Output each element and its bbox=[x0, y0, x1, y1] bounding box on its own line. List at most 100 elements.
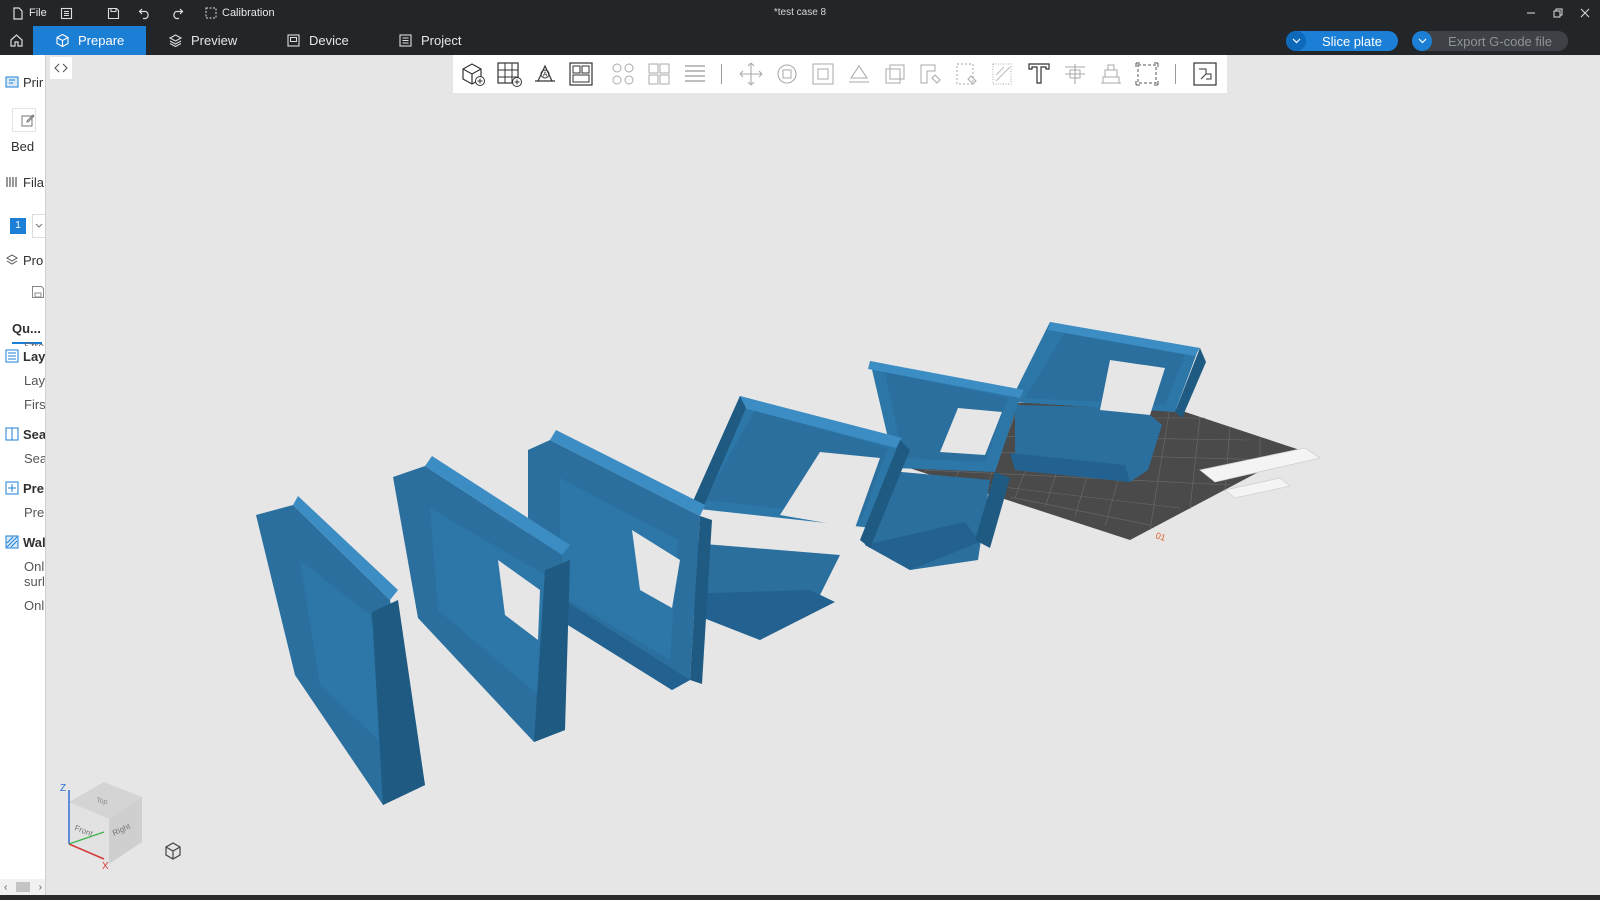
seam-position-setting[interactable]: Sea bbox=[24, 451, 45, 466]
slice-plate-button[interactable]: Slice plate bbox=[1286, 31, 1398, 51]
calibration-label: Calibration bbox=[222, 7, 275, 19]
filament-dropdown[interactable] bbox=[32, 214, 45, 238]
section-precision-label: Pre bbox=[23, 480, 44, 496]
app-window: File Calibration *test case 8 Prepare Pr… bbox=[0, 0, 1600, 900]
precision-setting[interactable]: Pre bbox=[24, 505, 44, 520]
scene-canvas[interactable]: 01 bbox=[46, 55, 1600, 895]
filament-section-label: Fila bbox=[23, 174, 44, 190]
tab-device[interactable]: Device bbox=[286, 26, 376, 55]
sla-icon[interactable] bbox=[1190, 59, 1220, 89]
3d-viewport[interactable]: 01 A Top Front Right Z X bbox=[46, 55, 1600, 895]
section-walls[interactable]: Wal bbox=[5, 533, 45, 551]
chevron-down-icon bbox=[35, 223, 43, 228]
model-part-1[interactable] bbox=[256, 496, 425, 805]
sidebar-horizontal-scrollbar[interactable]: ‹ › bbox=[0, 879, 45, 895]
mesh-boolean-icon[interactable] bbox=[1132, 59, 1162, 89]
seam-paint-icon[interactable] bbox=[952, 59, 982, 89]
layer-height-setting[interactable]: Lay bbox=[24, 373, 45, 388]
minimize-icon[interactable] bbox=[1518, 0, 1544, 26]
auto-orient-icon[interactable]: A bbox=[530, 59, 560, 89]
layers-icon bbox=[168, 34, 183, 48]
section-layer-height[interactable]: Lay bbox=[5, 347, 45, 365]
fuzzy-skin-icon[interactable] bbox=[988, 59, 1018, 89]
restore-icon[interactable] bbox=[1545, 0, 1571, 26]
split-objects-icon[interactable] bbox=[608, 59, 638, 89]
tab-prepare-label: Prepare bbox=[78, 33, 125, 48]
layers-height-icon bbox=[5, 349, 19, 363]
layers-variable-icon[interactable] bbox=[680, 59, 710, 89]
collapse-arrows-icon bbox=[54, 63, 68, 73]
section-layer-height-label: Lay bbox=[23, 348, 46, 364]
redo-icon[interactable] bbox=[170, 0, 184, 26]
add-object-icon[interactable] bbox=[458, 59, 488, 89]
support-paint-icon[interactable] bbox=[916, 59, 946, 89]
export-dropdown-chevron-icon[interactable] bbox=[1412, 31, 1432, 51]
first-layer-height-setting[interactable]: Firs bbox=[24, 397, 45, 412]
menu-icon[interactable] bbox=[60, 0, 73, 26]
close-icon[interactable] bbox=[1572, 0, 1598, 26]
printer-section-header[interactable]: Prir bbox=[5, 73, 43, 91]
plate-number: 01 bbox=[1154, 530, 1167, 543]
lay-on-face-icon[interactable] bbox=[844, 59, 874, 89]
filament-slot-badge[interactable]: 1 bbox=[10, 218, 26, 234]
home-icon[interactable] bbox=[0, 26, 33, 55]
tab-preview-label: Preview bbox=[191, 33, 238, 48]
reset-view-icon[interactable] bbox=[162, 840, 184, 862]
walls-icon bbox=[5, 535, 19, 549]
add-plate-icon[interactable] bbox=[494, 59, 524, 89]
scrollbar-thumb[interactable] bbox=[16, 882, 30, 892]
project-icon bbox=[399, 34, 412, 47]
file-icon bbox=[13, 6, 23, 20]
navigation-cube[interactable]: Top Front Right Z X bbox=[54, 782, 149, 877]
walls-setting-1-cont: surl bbox=[24, 574, 45, 589]
scroll-right-icon[interactable]: › bbox=[39, 882, 42, 893]
tab-project[interactable]: Project bbox=[398, 26, 498, 55]
measure-icon[interactable] bbox=[1060, 59, 1090, 89]
rotate-icon[interactable] bbox=[772, 59, 802, 89]
process-section-header[interactable]: Pro bbox=[5, 251, 43, 269]
export-gcode-label: Export G-code file bbox=[1447, 33, 1553, 49]
section-seam-label: Sea bbox=[23, 426, 46, 442]
calibration-icon bbox=[205, 7, 217, 19]
filament-icon bbox=[6, 177, 17, 187]
scale-icon[interactable] bbox=[808, 59, 838, 89]
toolbar-separator bbox=[721, 64, 722, 84]
seam-icon bbox=[5, 427, 19, 441]
export-gcode-button[interactable]: Export G-code file bbox=[1412, 31, 1568, 51]
main-tab-bar: Prepare Preview Device Project Slice pla… bbox=[0, 26, 1600, 55]
split-parts-icon[interactable] bbox=[644, 59, 674, 89]
scroll-left-icon[interactable]: ‹ bbox=[4, 882, 7, 893]
section-precision[interactable]: Pre bbox=[5, 479, 44, 497]
tab-project-label: Project bbox=[421, 33, 462, 48]
undo-icon[interactable] bbox=[138, 0, 152, 26]
text-icon[interactable] bbox=[1024, 59, 1054, 89]
section-seam[interactable]: Sea bbox=[5, 425, 46, 443]
printer-edit-button[interactable] bbox=[12, 108, 36, 132]
svg-text:A: A bbox=[543, 72, 548, 79]
title-bar: File Calibration *test case 8 bbox=[0, 0, 1600, 26]
tab-prepare[interactable]: Prepare bbox=[33, 26, 146, 55]
tab-preview[interactable]: Preview bbox=[168, 26, 268, 55]
printer-section-label: Prir bbox=[23, 74, 44, 90]
slice-dropdown-chevron-icon[interactable] bbox=[1286, 31, 1306, 51]
arrange-icon[interactable] bbox=[566, 59, 596, 89]
move-icon[interactable] bbox=[736, 59, 766, 89]
precision-icon bbox=[5, 481, 19, 495]
calibration-menu[interactable]: Calibration bbox=[205, 0, 275, 26]
printer-icon bbox=[5, 76, 19, 88]
walls-setting-1[interactable]: Onl bbox=[24, 559, 44, 574]
slice-plate-label: Slice plate bbox=[1322, 33, 1382, 49]
collapse-sidebar-button[interactable] bbox=[50, 57, 72, 79]
process-save-icon[interactable] bbox=[31, 285, 45, 302]
taskbar-strip bbox=[0, 895, 1600, 900]
cut-icon[interactable] bbox=[880, 59, 910, 89]
save-icon[interactable] bbox=[107, 0, 120, 26]
tab-strength[interactable]: Stre bbox=[24, 340, 44, 346]
assembly-icon[interactable] bbox=[1096, 59, 1126, 89]
file-menu[interactable]: File bbox=[12, 0, 47, 26]
tab-quality[interactable]: Qu... bbox=[12, 319, 41, 337]
walls-setting-2[interactable]: Onl bbox=[24, 598, 44, 613]
process-layers-icon bbox=[6, 254, 18, 265]
filament-section-header[interactable]: Fila bbox=[5, 173, 44, 191]
x-axis-label: X bbox=[102, 861, 109, 872]
